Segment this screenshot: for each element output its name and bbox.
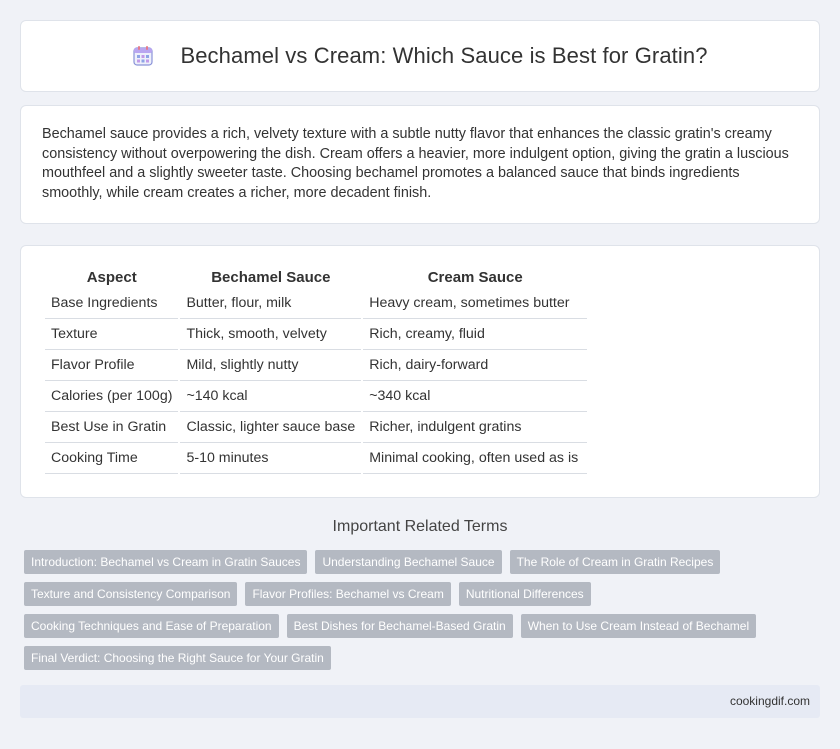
related-term-tag[interactable]: Texture and Consistency Comparison — [24, 582, 238, 606]
table-cell: ~140 kcal — [180, 381, 362, 412]
table-header-row: Aspect Bechamel Sauce Cream Sauce — [45, 267, 587, 288]
table-cell: Texture — [45, 319, 179, 350]
table-row: Cooking Time 5-10 minutes Minimal cookin… — [45, 443, 588, 474]
related-term-tag[interactable]: Cooking Techniques and Ease of Preparati… — [24, 614, 279, 638]
table-cell: Best Use in Gratin — [45, 412, 179, 443]
tag-row: Final Verdict: Choosing the Right Sauce … — [24, 646, 804, 670]
tag-row: Introduction: Bechamel vs Cream in Grati… — [24, 550, 804, 574]
tag-row: Texture and Consistency Comparison Flavo… — [24, 582, 804, 606]
header: Bechamel vs Cream: Which Sauce is Best f… — [132, 43, 707, 69]
comparison-card: Aspect Bechamel Sauce Cream Sauce Base I… — [20, 245, 820, 498]
calendar-icon — [132, 45, 154, 67]
page-title: Bechamel vs Cream: Which Sauce is Best f… — [180, 43, 708, 68]
intro-card: Bechamel sauce provides a rich, velvety … — [20, 105, 820, 224]
table-cell: ~340 kcal — [363, 381, 588, 412]
table-cell: 5-10 minutes — [180, 443, 362, 474]
related-term-tag[interactable]: Understanding Bechamel Sauce — [315, 550, 502, 574]
comparison-table: Aspect Bechamel Sauce Cream Sauce Base I… — [43, 267, 589, 474]
related-term-tag[interactable]: The Role of Cream in Gratin Recipes — [509, 550, 721, 574]
table-cell: Cooking Time — [45, 443, 179, 474]
header-card: Bechamel vs Cream: Which Sauce is Best f… — [20, 20, 820, 92]
table-cell: Heavy cream, sometimes butter — [363, 288, 588, 319]
table-cell: Mild, slightly nutty — [180, 350, 362, 381]
table-row: Flavor Profile Mild, slightly nutty Rich… — [45, 350, 588, 381]
site-name[interactable]: cookingdif.com — [730, 694, 810, 708]
related-terms-title: Important Related Terms — [332, 518, 508, 535]
column-header: Aspect — [86, 269, 137, 286]
footer: cookingdif.com — [20, 685, 820, 718]
table-row: Base Ingredients Butter, flour, milk Hea… — [45, 288, 588, 319]
related-term-tag[interactable]: Final Verdict: Choosing the Right Sauce … — [24, 646, 331, 670]
table-cell: Calories (per 100g) — [45, 381, 179, 412]
table-cell: Rich, creamy, fluid — [363, 319, 588, 350]
column-header: Bechamel Sauce — [211, 269, 331, 286]
table-cell: Rich, dairy-forward — [363, 350, 588, 381]
related-term-tag[interactable]: Best Dishes for Bechamel-Based Gratin — [286, 614, 513, 638]
table-row: Calories (per 100g) ~140 kcal ~340 kcal — [45, 381, 588, 412]
table-cell: Butter, flour, milk — [180, 288, 362, 319]
related-term-tag[interactable]: Introduction: Bechamel vs Cream in Grati… — [24, 550, 308, 574]
related-term-tag[interactable]: Flavor Profiles: Bechamel vs Cream — [245, 582, 451, 606]
table-cell: Flavor Profile — [45, 350, 179, 381]
table-row: Texture Thick, smooth, velvety Rich, cre… — [45, 319, 588, 350]
column-header: Cream Sauce — [427, 269, 523, 286]
table-cell: Classic, lighter sauce base — [180, 412, 362, 443]
related-term-tag[interactable]: When to Use Cream Instead of Bechamel — [520, 614, 757, 638]
table-cell: Base Ingredients — [45, 288, 179, 319]
table-cell: Richer, indulgent gratins — [363, 412, 588, 443]
table-cell: Minimal cooking, often used as is — [363, 443, 588, 474]
related-term-tag[interactable]: Nutritional Differences — [458, 582, 591, 606]
intro-text: Bechamel sauce provides a rich, velvety … — [42, 126, 789, 201]
table-row: Best Use in Gratin Classic, lighter sauc… — [45, 412, 588, 443]
tag-row: Cooking Techniques and Ease of Preparati… — [24, 614, 804, 638]
related-terms-list: Introduction: Bechamel vs Cream in Grati… — [24, 550, 804, 678]
table-cell: Thick, smooth, velvety — [180, 319, 362, 350]
